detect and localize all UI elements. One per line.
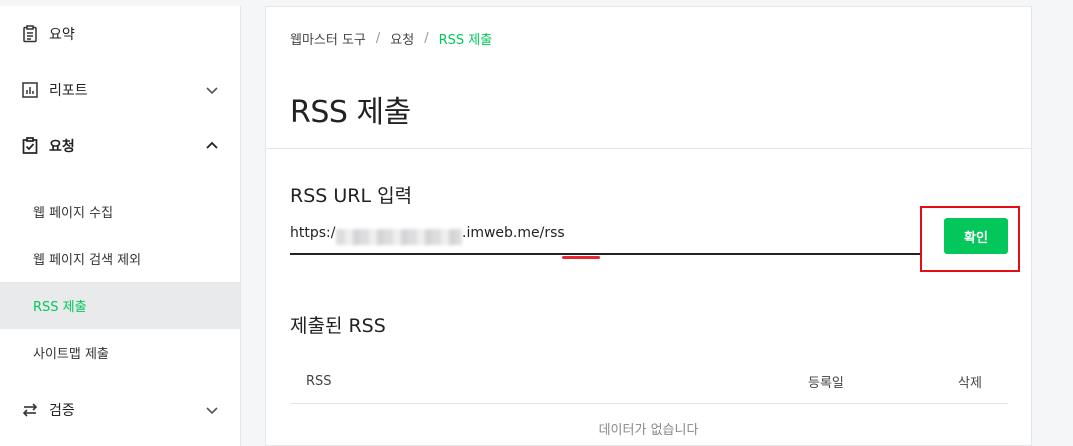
redacted-domain bbox=[336, 229, 462, 245]
request-submenu: 웹 페이지 수집 웹 페이지 검색 제외 RSS 제출 사이트맵 제출 bbox=[0, 174, 240, 382]
empty-state-text: 데이터가 없습니다 bbox=[598, 423, 699, 438]
breadcrumb-item-request[interactable]: 요청 bbox=[390, 29, 414, 48]
breadcrumb: 웹마스터 도구 / 요청 / RSS 제출 bbox=[290, 29, 492, 48]
sidebar-subitem-rss-submit[interactable]: RSS 제출 bbox=[0, 282, 240, 329]
rss-url-prefix: https:/ bbox=[290, 225, 336, 241]
checklist-icon bbox=[20, 136, 40, 156]
sidebar-subitem-web-page-exclude[interactable]: 웹 페이지 검색 제외 bbox=[0, 235, 240, 282]
sidebar-subitem-web-page-crawl[interactable]: 웹 페이지 수집 bbox=[0, 188, 240, 235]
sidebar-item-label: 검증 bbox=[49, 403, 75, 419]
rss-url-suffix: .imweb.me/rss bbox=[462, 225, 565, 241]
rss-url-field[interactable]: https:/ .imweb.me/rss bbox=[290, 217, 920, 259]
sidebar-item-report[interactable]: 리포트 bbox=[0, 62, 240, 118]
header-divider bbox=[266, 148, 1031, 149]
clipboard-icon bbox=[20, 24, 40, 44]
chevron-down-icon bbox=[204, 402, 220, 418]
sidebar: 요약 리포트 요청 웹 페이지 수집 웹 페이지 검색 제외 RSS 제출 사이… bbox=[0, 6, 241, 446]
sidebar-item-verify[interactable]: 검증 bbox=[0, 382, 240, 438]
submitted-rss-table-header: RSS 등록일 삭제 bbox=[290, 359, 1008, 404]
annotation-underline bbox=[562, 256, 600, 259]
breadcrumb-separator: / bbox=[424, 31, 429, 46]
swap-arrows-icon bbox=[20, 400, 40, 420]
chevron-up-icon bbox=[204, 138, 220, 154]
breadcrumb-item-webmaster-tools[interactable]: 웹마스터 도구 bbox=[290, 29, 366, 48]
page-title: RSS 제출 bbox=[290, 95, 411, 130]
column-header-rss: RSS bbox=[306, 373, 332, 389]
breadcrumb-separator: / bbox=[375, 31, 381, 46]
column-header-delete: 삭제 bbox=[958, 375, 982, 391]
sidebar-item-label: 요청 bbox=[49, 139, 75, 155]
breadcrumb-item-current: RSS 제출 bbox=[438, 33, 493, 48]
confirm-button[interactable]: 확인 bbox=[944, 218, 1008, 254]
submitted-rss-section-title: 제출된 RSS bbox=[290, 315, 386, 337]
column-header-date: 등록일 bbox=[808, 375, 844, 391]
sidebar-item-request[interactable]: 요청 bbox=[0, 118, 240, 174]
main-panel: 웹마스터 도구 / 요청 / RSS 제출 RSS 제출 RSS URL 입력 … bbox=[265, 6, 1032, 446]
sidebar-item-label: 요약 bbox=[49, 27, 75, 43]
chevron-down-icon bbox=[204, 82, 220, 98]
rss-url-section-title: RSS URL 입력 bbox=[290, 185, 413, 207]
sidebar-item-label: 리포트 bbox=[49, 83, 88, 99]
sidebar-item-summary[interactable]: 요약 bbox=[0, 6, 240, 62]
sidebar-subitem-sitemap-submit[interactable]: 사이트맵 제출 bbox=[0, 329, 240, 376]
bar-chart-icon bbox=[20, 80, 40, 100]
